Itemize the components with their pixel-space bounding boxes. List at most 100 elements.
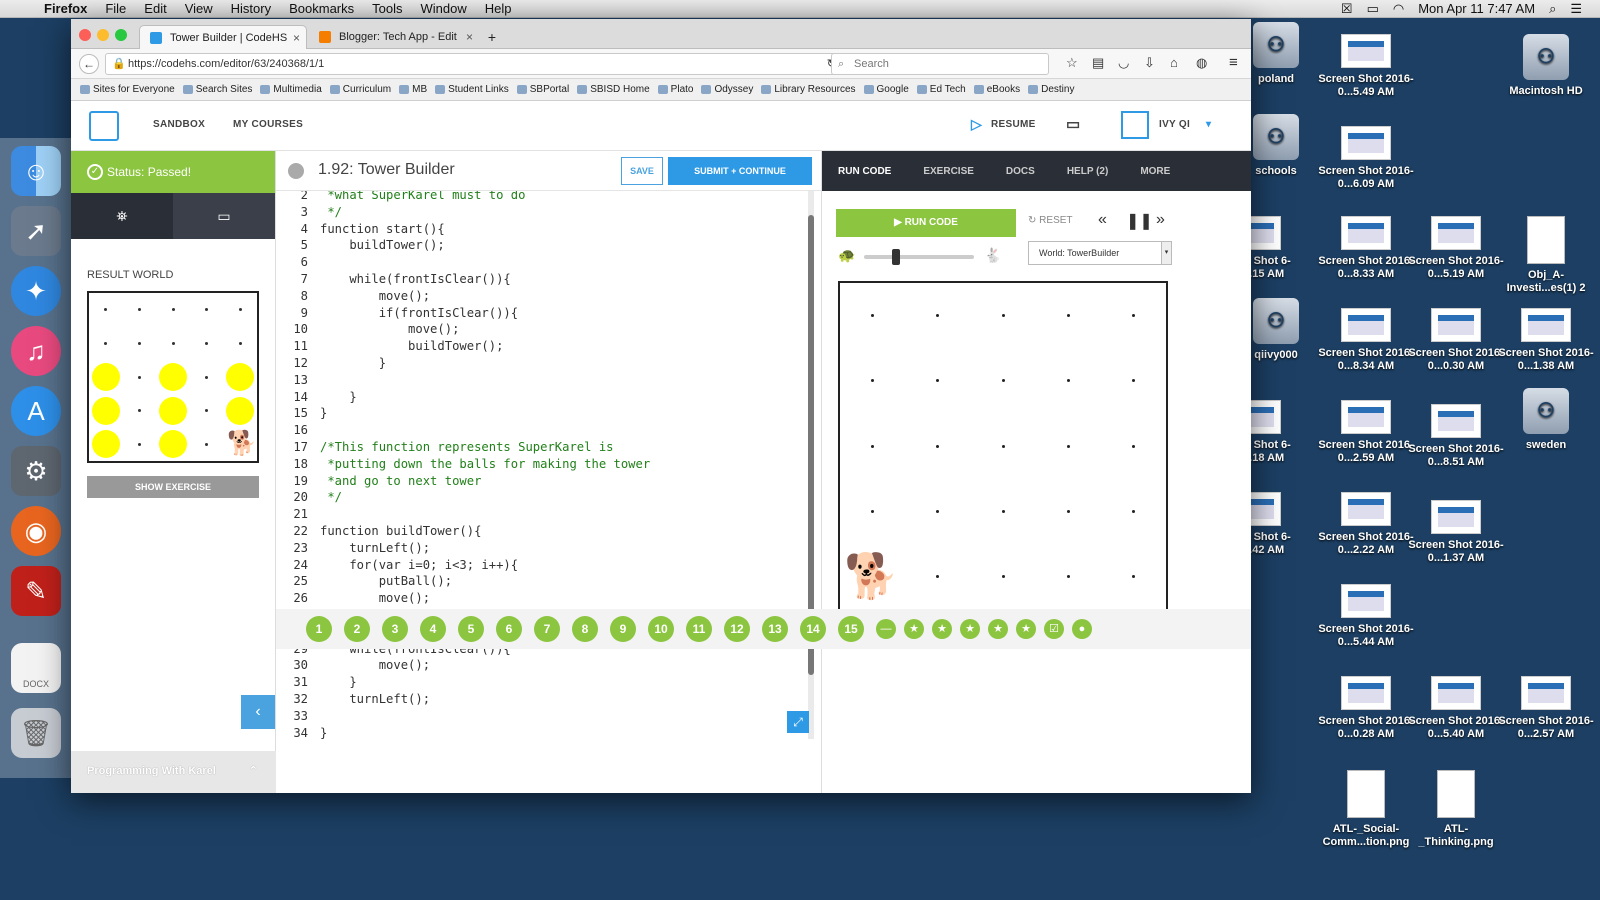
bookmark-item[interactable]: Search Sites <box>182 84 260 95</box>
progress-step[interactable]: 10 <box>648 616 674 642</box>
progress-extra-icon[interactable]: ★ <box>1016 619 1036 639</box>
bookmark-item[interactable]: Curriculum <box>329 84 398 95</box>
progress-step[interactable]: 8 <box>572 616 598 642</box>
codehs-logo-icon[interactable] <box>89 111 119 141</box>
collapse-panel-button[interactable]: ‹ <box>241 695 275 729</box>
bookmark-item[interactable]: Odyssey <box>700 84 760 95</box>
tab-docs[interactable]: DOCS <box>990 166 1051 177</box>
bookmark-star-icon[interactable]: ☆ <box>1066 55 1078 71</box>
progress-step[interactable]: 9 <box>610 616 636 642</box>
menu-help[interactable]: Help <box>476 1 521 16</box>
desktop-shot-item[interactable]: Screen Shot 2016-0...8.34 AM <box>1318 308 1414 373</box>
progress-step[interactable]: 5 <box>458 616 484 642</box>
course-name-bar[interactable]: Programming With Karel ⌃ <box>71 751 276 793</box>
pocket-icon[interactable]: ◡ <box>1118 55 1129 71</box>
menu-bookmarks[interactable]: Bookmarks <box>280 1 363 16</box>
editor-scrollbar[interactable] <box>808 191 814 739</box>
bookmark-item[interactable]: SBISD Home <box>576 84 656 95</box>
system-preferences-icon[interactable]: ⚙ <box>11 446 61 496</box>
safari-icon[interactable]: ✦ <box>11 266 61 316</box>
desktop-folder-item[interactable]: ⚇ Macintosh HD <box>1498 34 1594 98</box>
close-tab-icon[interactable]: × <box>466 25 473 49</box>
reset-button[interactable]: ↻ RESET <box>1028 215 1073 226</box>
menu-tools[interactable]: Tools <box>363 1 411 16</box>
menu-app-name[interactable]: Firefox <box>40 1 96 16</box>
scroll-thumb[interactable] <box>808 215 814 675</box>
bookmark-item[interactable]: Sites for Everyone <box>79 84 182 95</box>
back-icon[interactable]: ← <box>79 54 99 74</box>
progress-extra-icon[interactable]: — <box>876 619 896 639</box>
chat-icon[interactable]: ◍ <box>1196 55 1207 71</box>
launchpad-icon[interactable]: ➚ <box>11 206 61 256</box>
bookmark-item[interactable]: MB <box>398 84 434 95</box>
bookmark-item[interactable]: Ed Tech <box>916 84 973 95</box>
bookmark-item[interactable]: Multimedia <box>259 84 328 95</box>
show-exercise-button[interactable]: SHOW EXERCISE <box>87 476 259 498</box>
desktop-doc-item[interactable]: ATL-_Thinking.png <box>1408 770 1504 849</box>
close-window-button[interactable] <box>79 29 91 41</box>
docx-file-icon[interactable]: DOCX <box>11 643 61 693</box>
bookmark-item[interactable]: SBPortal <box>516 84 576 95</box>
itunes-icon[interactable]: ♫ <box>11 326 61 376</box>
progress-step[interactable]: 7 <box>534 616 560 642</box>
progress-extra-icon[interactable]: ★ <box>960 619 980 639</box>
tab-tower-builder[interactable]: Tower Builder | CodeHS × <box>139 25 307 49</box>
bookmark-item[interactable]: Student Links <box>434 84 516 95</box>
menu-view[interactable]: View <box>176 1 222 16</box>
display-icon[interactable]: ▭ <box>1367 1 1379 17</box>
progress-step[interactable]: 14 <box>800 616 826 642</box>
trash-icon[interactable]: 🗑 <box>11 708 61 758</box>
tab-more[interactable]: MORE <box>1124 166 1186 177</box>
desktop-doc-item[interactable]: ATL-_Social-Comm...tion.png <box>1318 770 1414 849</box>
desktop-shot-item[interactable]: Screen Shot 2016-0...5.19 AM <box>1408 216 1504 281</box>
code-area[interactable]: 2 *what SuperKarel must to do 3 */4 functi… <box>276 191 808 739</box>
progress-step[interactable]: 4 <box>420 616 446 642</box>
spotlight-icon[interactable]: ⌕ <box>1549 1 1556 17</box>
run-code-button[interactable]: ▶ RUN CODE <box>836 209 1016 237</box>
close-tab-icon[interactable]: × <box>293 26 300 50</box>
progress-step[interactable]: 13 <box>762 616 788 642</box>
menu-history[interactable]: History <box>222 1 280 16</box>
save-button[interactable]: SAVE <box>621 157 663 185</box>
tab-exercise[interactable]: EXERCISE <box>907 166 990 177</box>
finder-icon[interactable]: ☺ <box>11 146 61 196</box>
rewind-icon[interactable]: « <box>1098 211 1107 229</box>
progress-step[interactable]: 1 <box>306 616 332 642</box>
progress-extra-icon[interactable]: ★ <box>904 619 924 639</box>
acrobat-icon[interactable]: ✎ <box>11 566 61 616</box>
home-icon[interactable]: ⌂ <box>1170 55 1178 70</box>
menu-edit[interactable]: Edit <box>135 1 175 16</box>
desktop-shot-item[interactable]: Screen Shot 2016-0...8.33 AM <box>1318 216 1414 281</box>
desktop-shot-item[interactable]: Screen Shot 2016-0...0.28 AM <box>1318 676 1414 741</box>
tab-help-2[interactable]: HELP (2) <box>1051 166 1125 177</box>
zoom-window-button[interactable] <box>115 29 127 41</box>
progress-step[interactable]: 12 <box>724 616 750 642</box>
speed-slider[interactable] <box>864 249 974 265</box>
tab-map-icon[interactable]: ⛯ <box>71 193 173 239</box>
desktop-shot-item[interactable]: Screen Shot 2016-0...5.44 AM <box>1318 584 1414 649</box>
list-icon[interactable]: ☰ <box>1570 1 1582 17</box>
progress-step[interactable]: 6 <box>496 616 522 642</box>
avatar[interactable] <box>1121 111 1149 139</box>
progress-step[interactable]: 2 <box>344 616 370 642</box>
progress-extra-icon[interactable]: ☑ <box>1044 619 1064 639</box>
minimize-window-button[interactable] <box>97 29 109 41</box>
clock[interactable]: Mon Apr 11 7:47 AM <box>1418 1 1535 16</box>
menu-file[interactable]: File <box>96 1 135 16</box>
bookmark-item[interactable]: Plato <box>657 84 701 95</box>
app-store-icon[interactable]: A <box>11 386 61 436</box>
bookmark-item[interactable]: Google <box>863 84 916 95</box>
my-courses-link[interactable]: MY COURSES <box>233 119 303 130</box>
expand-icon[interactable]: ⤢ <box>787 711 809 733</box>
chevron-down-icon[interactable]: ▾ <box>1206 119 1211 130</box>
desktop-shot-item[interactable]: Screen Shot 2016-0...5.40 AM <box>1408 676 1504 741</box>
speed-slider-knob[interactable] <box>892 249 900 265</box>
progress-step[interactable]: 15 <box>838 616 864 642</box>
download-icon[interactable]: ⇩ <box>1144 55 1155 71</box>
resume-link[interactable]: RESUME <box>991 119 1036 130</box>
desktop-shot-item[interactable]: Screen Shot 2016-0...5.49 AM <box>1318 34 1414 99</box>
desktop-shot-item[interactable]: Screen Shot 2016-0...1.37 AM <box>1408 500 1504 565</box>
url-field[interactable]: 🔒 https://codehs.com/editor/63/240368/1/… <box>105 53 845 75</box>
pause-icon[interactable]: ❚❚ <box>1126 211 1153 231</box>
firefox-icon[interactable]: ◉ <box>11 506 61 556</box>
